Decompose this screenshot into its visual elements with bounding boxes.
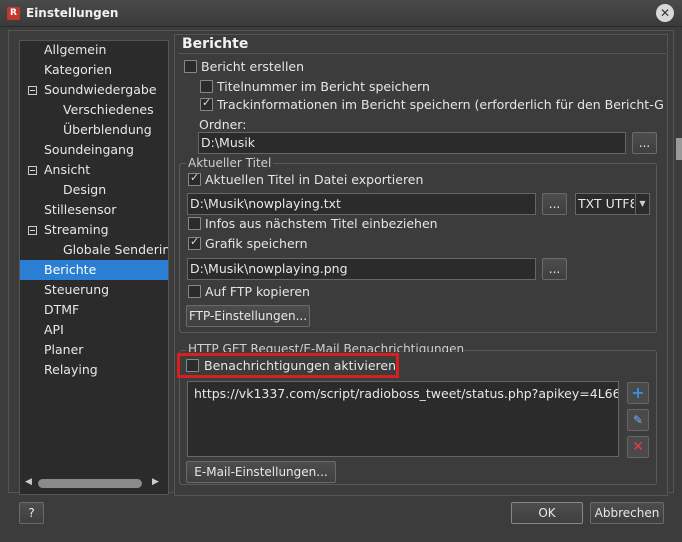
create-report-checkbox[interactable] <box>184 60 197 73</box>
tree-item-kategorien[interactable]: Kategorien <box>44 60 112 80</box>
save-graphic-label[interactable]: Grafik speichern <box>205 236 308 251</box>
folder-browse-button[interactable]: ... <box>632 132 657 154</box>
save-track-number-label[interactable]: Titelnummer im Bericht speichern <box>217 79 430 94</box>
divider <box>178 53 666 54</box>
collapse-icon[interactable] <box>28 166 37 175</box>
tree-item-globale-senderinfo[interactable]: Globale Senderinf <box>63 240 168 260</box>
title-bar: R Einstellungen ✕ <box>0 0 682 27</box>
tree-item-stillesensor[interactable]: Stillesensor <box>44 200 116 220</box>
current-title-group-title: Aktueller Titel <box>186 156 274 170</box>
page-title: Berichte <box>182 36 249 52</box>
collapse-icon[interactable] <box>28 226 37 235</box>
edit-icon[interactable]: ✎ <box>627 409 649 431</box>
url-list-item[interactable]: https://vk1337.com/script/radioboss_twee… <box>194 386 618 401</box>
tree-item-design[interactable]: Design <box>63 180 106 200</box>
folder-label: Ordner: <box>199 117 247 132</box>
url-list[interactable]: https://vk1337.com/script/radioboss_twee… <box>187 381 619 457</box>
tree-item-berichte[interactable]: Berichte <box>20 260 168 280</box>
export-title-label[interactable]: Aktuellen Titel in Datei exportieren <box>205 172 423 187</box>
encoding-value: TXT UTF8 <box>578 196 634 211</box>
next-title-info-checkbox[interactable] <box>188 217 201 230</box>
window-title: Einstellungen <box>26 6 119 20</box>
tree-item-verschiedenes[interactable]: Verschiedenes <box>63 100 154 120</box>
close-icon[interactable]: ✕ <box>656 4 674 22</box>
save-track-info-label[interactable]: Trackinformationen im Bericht speichern … <box>217 97 663 112</box>
notifications-group-title: HTTP GET Request/E-Mail Benachrichtigung… <box>186 342 464 352</box>
tree-item-ansicht[interactable]: Ansicht <box>44 160 90 180</box>
ok-button[interactable]: OK <box>511 502 583 524</box>
save-graphic-checkbox[interactable] <box>188 235 201 250</box>
image-file-browse-button[interactable]: ... <box>542 258 567 280</box>
window-edge <box>676 138 682 160</box>
tree-item-planer[interactable]: Planer <box>44 340 83 360</box>
create-report-label[interactable]: Bericht erstellen <box>201 59 304 74</box>
tree-item-streaming[interactable]: Streaming <box>44 220 109 240</box>
delete-icon[interactable]: ✕ <box>627 436 649 458</box>
export-title-checkbox[interactable] <box>188 171 201 186</box>
tree-item-relaying[interactable]: Relaying <box>44 360 98 380</box>
title-file-browse-button[interactable]: ... <box>542 193 567 215</box>
app-icon: R <box>7 7 20 20</box>
next-title-info-label[interactable]: Infos aus nächstem Titel einbeziehen <box>205 216 438 231</box>
scroll-left-icon[interactable]: ◀ <box>25 477 32 487</box>
image-file-input[interactable]: D:\Musik\nowplaying.png <box>187 258 536 280</box>
save-track-info-checkbox[interactable] <box>200 96 213 111</box>
scroll-right-icon[interactable]: ▶ <box>152 477 159 487</box>
title-file-input[interactable]: D:\Musik\nowplaying.txt <box>187 193 536 215</box>
ftp-copy-label[interactable]: Auf FTP kopieren <box>205 284 310 299</box>
tree-item-allgemein[interactable]: Allgemein <box>44 40 106 60</box>
tree-item-soundwiedergabe[interactable]: Soundwiedergabe <box>44 80 157 100</box>
tree-item-dtmf[interactable]: DTMF <box>44 300 79 320</box>
scrollbar-thumb[interactable] <box>38 479 142 488</box>
folder-input[interactable]: D:\Musik <box>198 132 626 154</box>
email-settings-button[interactable]: E-Mail-Einstellungen... <box>186 461 336 483</box>
annotation-highlight <box>177 353 399 378</box>
save-track-number-checkbox[interactable] <box>200 80 213 93</box>
tree-item-ueberblendung[interactable]: Überblendung <box>63 120 152 140</box>
add-icon[interactable]: + <box>627 382 649 404</box>
chevron-down-icon[interactable]: ▼ <box>635 194 649 214</box>
cancel-button[interactable]: Abbrechen <box>590 502 664 524</box>
tree-item-soundeingang[interactable]: Soundeingang <box>44 140 134 160</box>
collapse-icon[interactable] <box>28 86 37 95</box>
ftp-copy-checkbox[interactable] <box>188 285 201 298</box>
tree-item-api[interactable]: API <box>44 320 64 340</box>
help-button[interactable]: ? <box>19 502 44 524</box>
encoding-select[interactable]: TXT UTF8 ▼ <box>575 193 650 215</box>
tree-item-steuerung[interactable]: Steuerung <box>44 280 109 300</box>
ftp-settings-button[interactable]: FTP-Einstellungen... <box>186 305 310 327</box>
